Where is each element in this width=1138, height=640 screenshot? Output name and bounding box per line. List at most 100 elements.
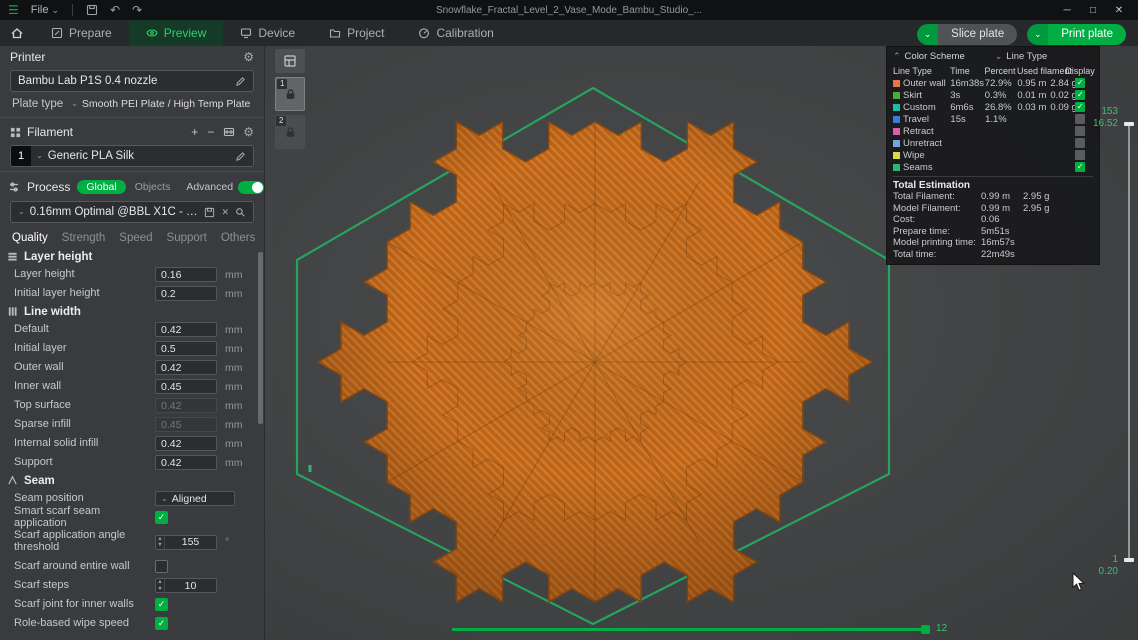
layer-slider-bottom-handle[interactable] — [1124, 558, 1134, 562]
tab-others[interactable]: Others — [221, 232, 256, 244]
total-row: Cost:0.06 — [893, 214, 1093, 226]
scarf-joint-checkbox[interactable]: ✓ — [155, 598, 168, 611]
smart-scarf-checkbox[interactable]: ✓ — [155, 511, 168, 524]
line-width-support-input[interactable]: 0.42 — [155, 455, 217, 470]
color-swatch — [893, 104, 900, 111]
tab-calibration[interactable]: Calibration — [401, 20, 510, 46]
tab-quality[interactable]: Quality — [12, 232, 48, 244]
scope-global-button[interactable]: Global — [77, 180, 125, 194]
slice-options-dropdown[interactable]: ⌄ — [917, 24, 938, 45]
delete-preset-icon[interactable]: ✕ — [221, 207, 229, 218]
app-menu-icon[interactable]: ☰ — [8, 3, 19, 17]
layer-slider-bottom-label: 1 0.20 — [1099, 554, 1118, 578]
scarf-angle-spinner[interactable]: ▲▼ 155 — [155, 535, 217, 550]
undo-icon[interactable]: ↶ — [110, 3, 120, 17]
slice-plate-button[interactable]: ⌄ Slice plate — [917, 24, 1017, 45]
titlebar: ☰ File ⌄ ↶ ↷ Snowflake_Fractal_Level_2_V… — [0, 0, 1138, 20]
search-icon[interactable] — [235, 207, 246, 218]
plate-type-dropdown[interactable]: ⌄ Smooth PEI Plate / High Temp Plate — [71, 98, 254, 110]
add-filament-button[interactable]: + — [191, 125, 198, 139]
print-plate-button[interactable]: ⌄ Print plate — [1027, 24, 1126, 45]
scarf-around-checkbox[interactable]: ✓ — [155, 560, 168, 573]
collapse-icon[interactable]: ⌃ — [893, 52, 901, 61]
color-swatch — [893, 140, 900, 147]
legend-row: Wipe ✓ — [893, 149, 1093, 161]
line-width-default-input[interactable]: 0.42 — [155, 322, 217, 337]
process-preset-selector[interactable]: ⌄ 0.16mm Optimal @BBL X1C - Copy ✕ — [10, 201, 254, 223]
layer-slider-top-handle[interactable] — [1124, 122, 1134, 126]
printer-settings-gear-icon[interactable]: ⚙ — [243, 50, 254, 64]
chevron-down-icon: ⌄ — [36, 152, 43, 160]
line-width-outer-wall-input[interactable]: 0.42 — [155, 360, 217, 375]
color-swatch — [893, 80, 900, 87]
tab-device[interactable]: Device — [223, 20, 312, 46]
display-checkbox[interactable]: ✓ — [1075, 126, 1085, 136]
line-width-internal-solid-input[interactable]: 0.42 — [155, 436, 217, 451]
display-checkbox[interactable]: ✓ — [1075, 114, 1085, 124]
seam-position-dropdown[interactable]: ⌄ Aligned — [155, 491, 235, 506]
line-width-initial-layer-input[interactable]: 0.5 — [155, 341, 217, 356]
display-checkbox[interactable]: ✓ — [1075, 162, 1085, 172]
tab-prepare[interactable]: Prepare — [34, 20, 129, 46]
maximize-button[interactable]: □ — [1080, 5, 1106, 16]
file-menu[interactable]: File ⌄ — [25, 0, 65, 20]
edit-printer-icon[interactable] — [235, 76, 246, 87]
tab-speed[interactable]: Speed — [119, 232, 152, 244]
sidebar-scrollbar[interactable] — [258, 252, 263, 424]
total-row: Total time:22m49s — [893, 249, 1093, 261]
tab-strength[interactable]: Strength — [62, 232, 105, 244]
advanced-toggle[interactable] — [238, 181, 264, 194]
scope-objects-button[interactable]: Objects — [133, 180, 180, 194]
role-wipe-checkbox[interactable]: ✓ — [155, 617, 168, 630]
layer-slider-track[interactable] — [1128, 125, 1130, 561]
advanced-label: Advanced — [186, 181, 233, 193]
prepare-icon — [51, 27, 63, 39]
display-checkbox[interactable]: ✓ — [1075, 102, 1085, 112]
plate-thumbnail-2[interactable]: 2 — [275, 115, 305, 149]
total-estimation-title: Total Estimation — [893, 176, 1093, 191]
redo-icon[interactable]: ↷ — [132, 3, 142, 17]
calibration-icon — [418, 27, 430, 39]
3d-viewport[interactable]: 1 2 ⌃ Color Scheme ⌄ Line Type Line Type… — [265, 46, 1138, 640]
ams-icon[interactable] — [223, 126, 235, 138]
scarf-steps-spinner[interactable]: ▲▼ 10 — [155, 578, 217, 593]
plate-list-toggle[interactable] — [275, 49, 305, 73]
layer-height-input[interactable]: 0.16 — [155, 267, 217, 282]
plate-thumbnail-1[interactable]: 1 — [275, 77, 305, 111]
tab-project[interactable]: Project — [312, 20, 401, 46]
setting-row: Initial layer height 0.2 mm — [0, 284, 264, 303]
lock-icon[interactable] — [284, 88, 297, 101]
display-checkbox[interactable]: ✓ — [1075, 78, 1085, 88]
print-options-dropdown[interactable]: ⌄ — [1027, 24, 1048, 45]
display-checkbox[interactable]: ✓ — [1075, 150, 1085, 160]
close-button[interactable]: ✕ — [1106, 5, 1132, 16]
home-tab[interactable] — [0, 20, 34, 46]
layer-height-icon — [7, 251, 18, 262]
setting-row: Scarf application angle threshold ▲▼ 155… — [0, 527, 264, 557]
move-slider-track[interactable] — [452, 628, 928, 631]
remove-filament-button[interactable]: − — [207, 125, 214, 139]
total-row: Model printing time:16m57s — [893, 237, 1093, 249]
lock-icon[interactable] — [284, 126, 297, 139]
line-width-top-surface-input[interactable]: 0.42 — [155, 398, 217, 413]
divider — [0, 171, 264, 172]
line-width-inner-wall-input[interactable]: 0.45 — [155, 379, 217, 394]
move-slider-handle[interactable] — [921, 625, 930, 634]
edit-filament-icon[interactable] — [235, 151, 246, 162]
tab-preview[interactable]: Preview — [129, 20, 224, 46]
filament-settings-gear-icon[interactable]: ⚙ — [243, 125, 254, 139]
minimize-button[interactable]: ─ — [1054, 5, 1080, 16]
line-width-sparse-infill-input[interactable]: 0.45 — [155, 417, 217, 432]
tab-support[interactable]: Support — [167, 232, 207, 244]
filament-selector[interactable]: 1 ⌄ Generic PLA Silk — [10, 145, 254, 167]
save-icon[interactable] — [86, 4, 98, 16]
initial-layer-height-input[interactable]: 0.2 — [155, 286, 217, 301]
section-line-width: Line width — [0, 303, 264, 320]
display-checkbox[interactable]: ✓ — [1075, 90, 1085, 100]
view-type-dropdown[interactable]: ⌄ Line Type — [995, 51, 1048, 62]
display-checkbox[interactable]: ✓ — [1075, 138, 1085, 148]
process-section-header: Process Global Objects Advanced — [0, 175, 264, 199]
save-preset-icon[interactable] — [204, 207, 215, 218]
printer-selector[interactable]: Bambu Lab P1S 0.4 nozzle — [10, 70, 254, 92]
setting-row: Smart scarf seam application ✓ — [0, 508, 264, 527]
